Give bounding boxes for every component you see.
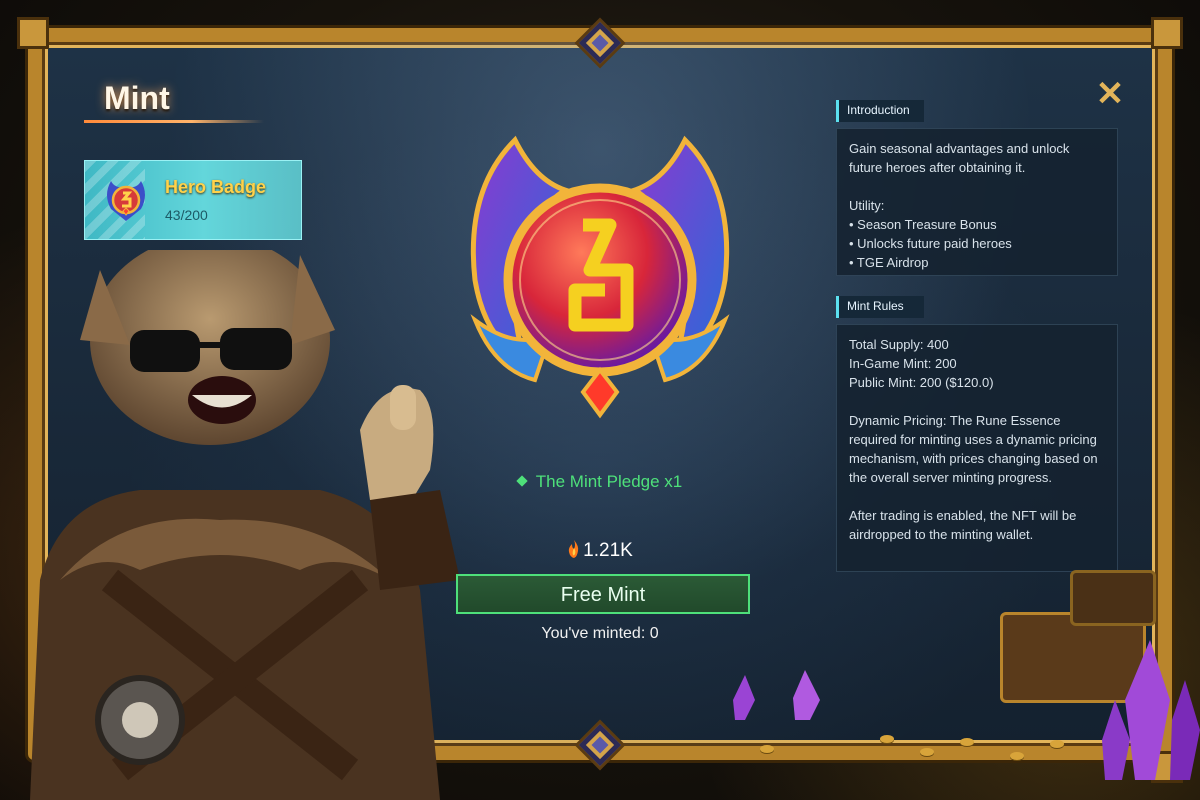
supply-line: Public Mint: 200 ($120.0): [849, 375, 994, 390]
utility-label: Utility:: [849, 198, 885, 213]
gold-coin: [960, 738, 974, 746]
supply-line: Total Supply: 400: [849, 337, 949, 352]
treasure-chest: [1070, 570, 1156, 626]
mint-rules-panel: Total Supply: 400 In-Game Mint: 200 Publ…: [836, 324, 1118, 572]
utility-item: • Season Treasure Bonus: [849, 217, 997, 232]
utility-item: • TGE Airdrop: [849, 255, 929, 270]
diamond-icon: [516, 475, 528, 487]
introduction-panel: Gain seasonal advantages and unlock futu…: [836, 128, 1118, 276]
gold-coin: [1010, 752, 1024, 760]
frame-corner: [20, 20, 46, 46]
free-mint-button[interactable]: Free Mint: [456, 574, 750, 614]
rune-flame-icon: [568, 540, 579, 558]
airdrop-note: After trading is enabled, the NFT will b…: [849, 508, 1077, 542]
badge-count: 43/200: [165, 207, 208, 223]
close-icon[interactable]: ✕: [1094, 77, 1126, 111]
hero-badge-card[interactable]: Hero Badge 43/200: [84, 160, 302, 240]
purple-crystal: [1102, 640, 1200, 780]
badge-name: Hero Badge: [165, 177, 267, 197]
purple-crystal: [733, 670, 820, 720]
dynamic-pricing-text: Dynamic Pricing: The Rune Essence requir…: [849, 413, 1098, 485]
gold-coin: [920, 748, 934, 756]
title-underline: [84, 120, 264, 123]
cat-hero-illustration: [30, 250, 460, 800]
pledge-text: The Mint Pledge x1: [535, 472, 683, 491]
frame-corner: [1154, 20, 1180, 46]
gold-coin: [760, 745, 774, 753]
supply-line: In-Game Mint: 200: [849, 356, 957, 371]
hero-badge-emblem: [470, 135, 730, 419]
mint-price: 1.21K: [455, 540, 745, 562]
minted-count: You've minted: 0: [541, 625, 659, 642]
introduction-title: Introduction: [836, 100, 924, 122]
introduction-description: Gain seasonal advantages and unlock futu…: [849, 141, 1070, 175]
price-value: 1.21K: [583, 540, 633, 561]
mint-rules-title: Mint Rules: [836, 296, 924, 318]
gold-coin: [880, 735, 894, 743]
mint-pledge-label: The Mint Pledge x1: [455, 472, 745, 492]
utility-item: • Unlocks future paid heroes: [849, 236, 1012, 251]
page-title: Mint: [104, 80, 170, 116]
hero-badge-icon: [107, 181, 145, 221]
gold-coin: [1050, 740, 1064, 748]
